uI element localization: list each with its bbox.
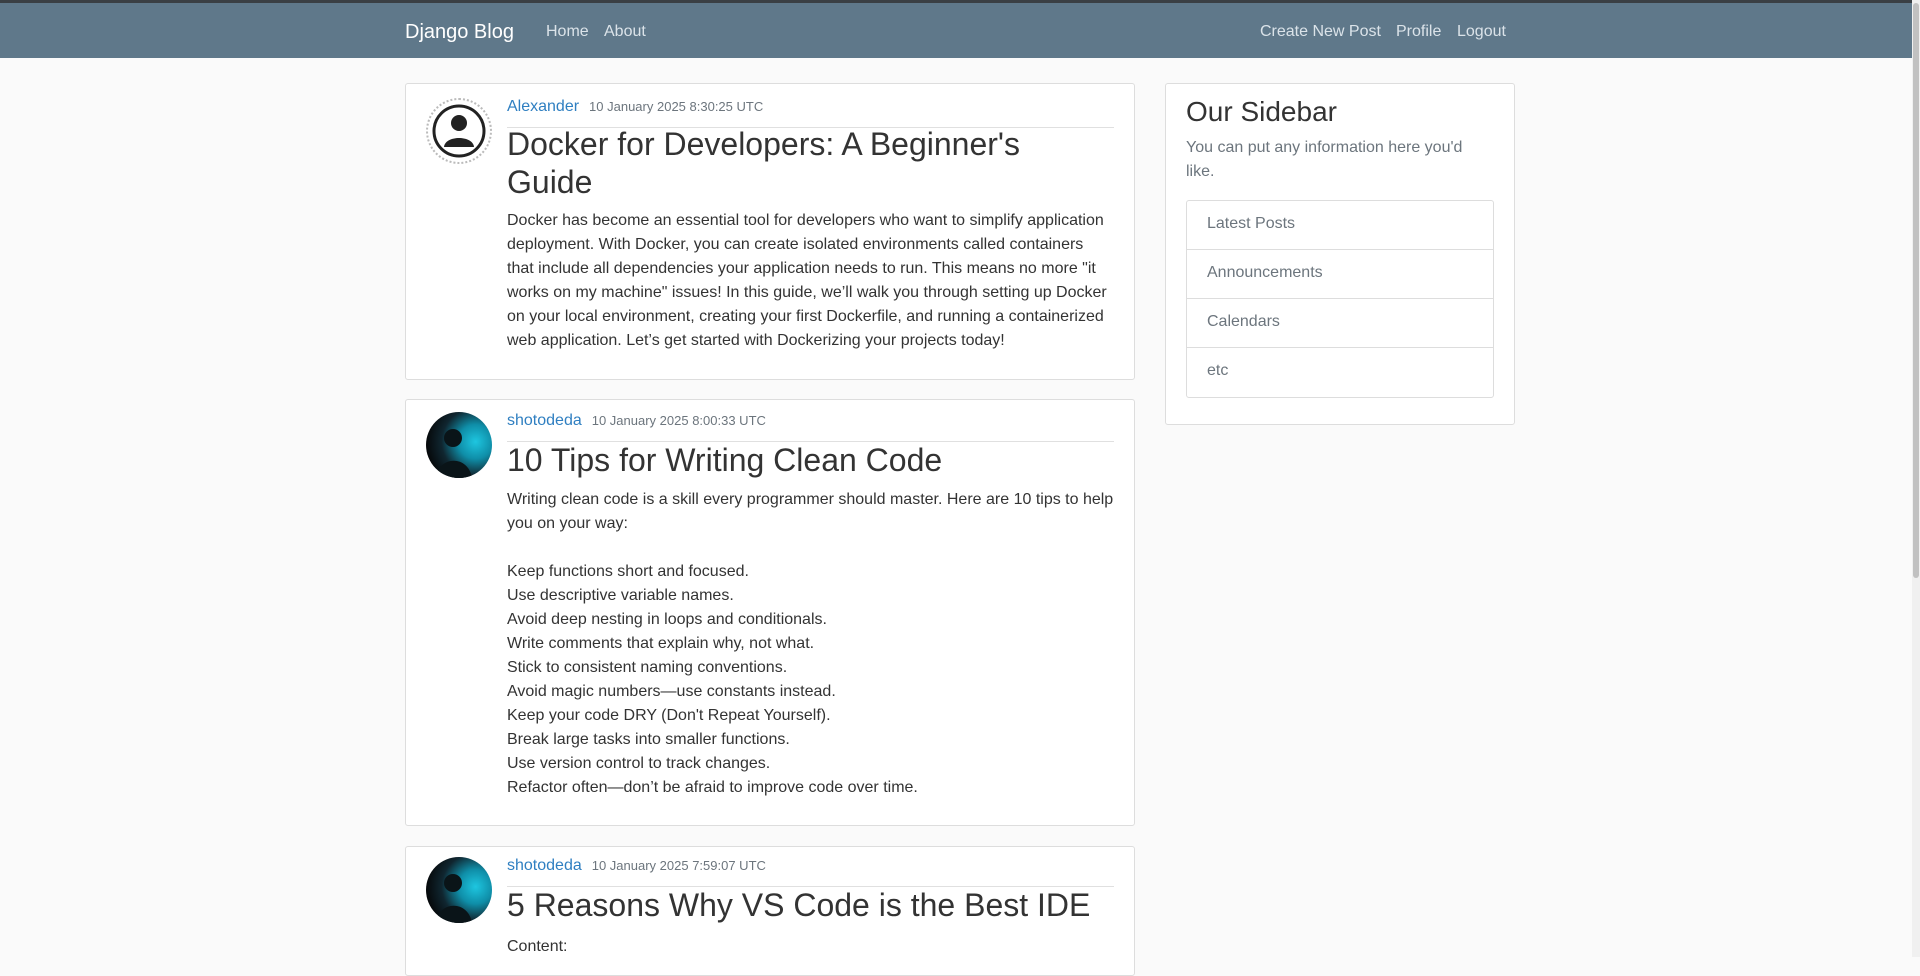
avatar <box>426 98 492 164</box>
nav-profile-link[interactable]: Profile <box>1396 23 1441 41</box>
post-content: Docker has become an essential tool for … <box>507 212 1107 349</box>
sidebar-item-etc[interactable]: etc <box>1187 348 1493 397</box>
post-title[interactable]: Docker for Developers: A Beginner's Guid… <box>507 125 1114 201</box>
user-icon <box>432 104 486 158</box>
nav-home-link[interactable]: Home <box>546 23 589 41</box>
post-meta: Alexander 10 January 2025 8:30:25 UTC <box>507 98 1114 128</box>
sidebar: Our Sidebar You can put any information … <box>1165 83 1515 425</box>
post-card: Alexander 10 January 2025 8:30:25 UTC Doc… <box>405 83 1135 380</box>
sidebar-list: Latest Posts Announcements Calendars etc <box>1186 200 1494 398</box>
nav-create-post-link[interactable]: Create New Post <box>1260 23 1381 41</box>
profile-photo <box>436 429 472 478</box>
nav-about-link[interactable]: About <box>604 23 646 41</box>
brand-link[interactable]: Django Blog <box>405 21 514 44</box>
post-meta: shotodeda 10 January 2025 7:59:07 UTC <box>507 857 1114 887</box>
sidebar-item-calendars[interactable]: Calendars <box>1187 299 1493 348</box>
post-date: 10 January 2025 8:30:25 UTC <box>589 99 764 114</box>
author-link[interactable]: shotodeda <box>507 857 582 874</box>
post-card: shotodeda 10 January 2025 8:00:33 UTC 10 … <box>405 399 1135 826</box>
profile-photo <box>436 874 472 923</box>
avatar <box>426 857 492 923</box>
post-title[interactable]: 5 Reasons Why VS Code is the Best IDE <box>507 886 1114 924</box>
scrollbar[interactable] <box>1912 0 1920 957</box>
post-date: 10 January 2025 8:00:33 UTC <box>591 413 766 428</box>
sidebar-item-announcements[interactable]: Announcements <box>1187 250 1493 299</box>
post-content: Content: <box>507 938 568 955</box>
scrollbar-thumb[interactable] <box>1913 3 1919 578</box>
author-link[interactable]: shotodeda <box>507 412 582 429</box>
sidebar-title: Our Sidebar <box>1186 96 1337 127</box>
navbar: Django Blog Home About Create New Post P… <box>0 3 1920 58</box>
nav-logout-link[interactable]: Logout <box>1457 23 1506 41</box>
post-content: Writing clean code is a skill every prog… <box>507 491 1114 796</box>
post-date: 10 January 2025 7:59:07 UTC <box>591 858 766 873</box>
sidebar-description: You can put any information here you'd l… <box>1186 139 1463 180</box>
author-link[interactable]: Alexander <box>507 98 579 115</box>
post-meta: shotodeda 10 January 2025 8:00:33 UTC <box>507 412 1114 442</box>
post-title[interactable]: 10 Tips for Writing Clean Code <box>507 441 1114 479</box>
avatar <box>426 412 492 478</box>
sidebar-item-latest-posts[interactable]: Latest Posts <box>1187 201 1493 250</box>
